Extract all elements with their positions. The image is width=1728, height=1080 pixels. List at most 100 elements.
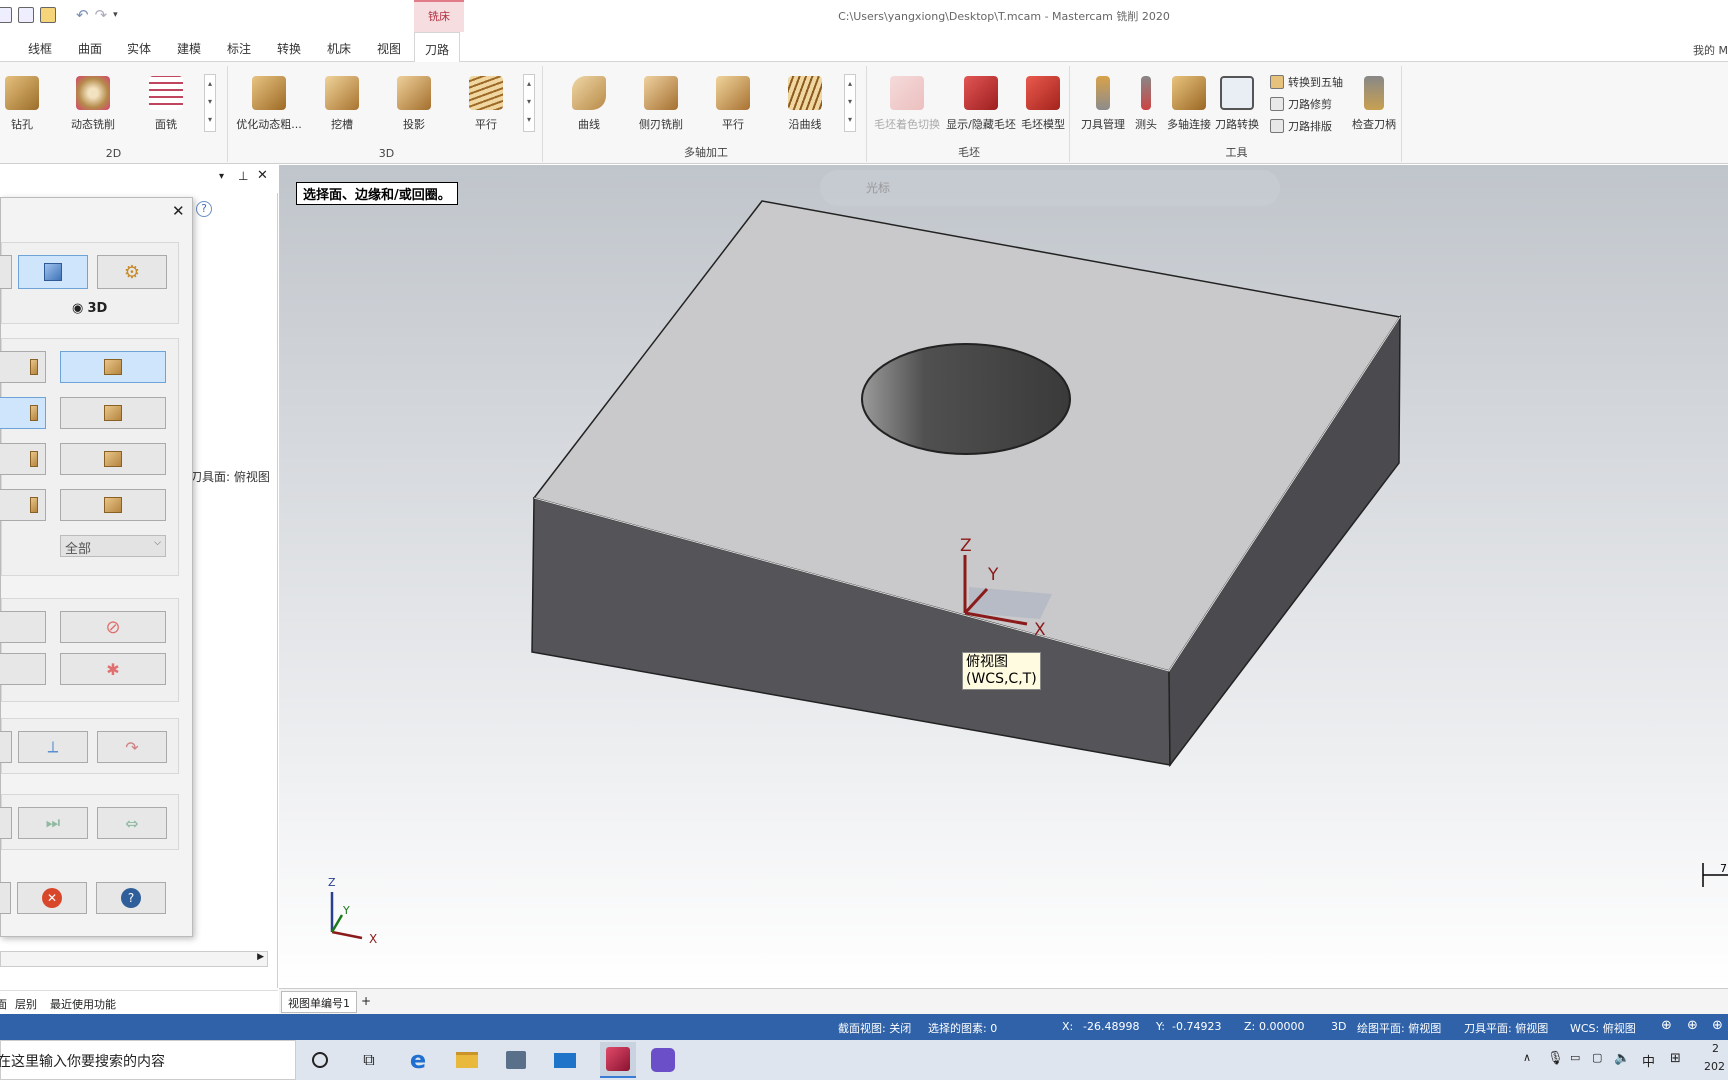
ime-indicator[interactable]: 中	[1642, 1051, 1655, 1070]
project-button[interactable]: 投影	[382, 76, 446, 132]
clear-selection-button[interactable]: ⊘	[60, 611, 166, 643]
my-mastercam-link[interactable]: 我的 M	[1693, 42, 1728, 58]
tool-manager-button[interactable]: 刀具管理	[1076, 76, 1130, 132]
pin-icon[interactable]: ⊥	[238, 169, 248, 183]
globe-icon-2[interactable]: ⊕	[1687, 1018, 1698, 1033]
select-face-button[interactable]	[60, 397, 166, 429]
graphics-viewport[interactable]: 选择面、边缘和/或回圈。 光标 Z Y X Z Y X 7 俯视图 (WCS,C…	[279, 165, 1728, 988]
volume-icon[interactable]: 🔈	[1614, 1051, 1630, 1066]
action-opt-3-button[interactable]	[0, 653, 46, 685]
swarf-button[interactable]: 侧刃铣削	[629, 76, 693, 132]
tool-plane-status[interactable]: 刀具平面: 俯视图	[1464, 1020, 1548, 1036]
dialog-close-icon[interactable]: ✕	[172, 202, 185, 220]
radio-3d[interactable]: ◉ 3D	[72, 301, 107, 316]
step-opt-1-button[interactable]	[0, 807, 12, 839]
check-holder-button[interactable]: 检查刀柄	[1348, 76, 1400, 132]
stock-model-button[interactable]: 毛坯模型	[1015, 76, 1071, 132]
stock-display-button[interactable]: 显示/隐藏毛坯	[944, 76, 1018, 132]
convert-5axis-button[interactable]: 转换到五轴	[1270, 74, 1343, 90]
nesting-button[interactable]: 刀路排版	[1270, 118, 1332, 134]
swap-button[interactable]: ⇔	[97, 807, 167, 839]
pane-close-icon[interactable]: ✕	[257, 168, 268, 183]
globe-icon-3[interactable]: ⊕	[1712, 1018, 1723, 1033]
select-opt-7-button[interactable]	[0, 489, 46, 521]
mode-solid-button[interactable]	[18, 255, 88, 289]
globe-icon[interactable]: ⊕	[1661, 1018, 1672, 1033]
mail-icon[interactable]	[551, 1046, 579, 1074]
redo-selection-button[interactable]: ↷	[97, 731, 167, 763]
clock-time[interactable]: 2	[1712, 1042, 1719, 1055]
face-mill-button[interactable]: 面铣	[134, 76, 198, 132]
gallery-scroll[interactable]: ▴ ▾ ▾	[204, 74, 216, 132]
trim-toolpath-button[interactable]: 刀路修剪	[1270, 96, 1332, 112]
tab-toolpaths[interactable]: 刀路	[414, 32, 461, 63]
help-icon[interactable]: ?	[196, 201, 212, 217]
horizontal-scrollbar[interactable]: ▶	[0, 951, 268, 967]
construction-plane-status[interactable]: 绘图平面: 俯视图	[1357, 1020, 1441, 1036]
edge-icon[interactable]: e	[404, 1046, 432, 1074]
file-explorer-icon[interactable]	[453, 1046, 481, 1074]
toolpath-transform-button[interactable]: 刀路转换	[1212, 76, 1262, 132]
gallery-scroll-multi[interactable]: ▴ ▾ ▾	[844, 74, 856, 132]
axis-opt-1-button[interactable]	[0, 731, 12, 763]
viewsheet-tab-1[interactable]: 视图单编号1	[281, 991, 357, 1013]
wcs-status[interactable]: WCS: 俯视图	[1570, 1020, 1636, 1036]
select-loop-button[interactable]	[60, 443, 166, 475]
app-taskbar-icon[interactable]	[649, 1046, 677, 1074]
settings-button[interactable]: ⚙	[97, 255, 167, 289]
tab-wireframe[interactable]: 线框	[28, 40, 52, 57]
parallel-multiaxis-button[interactable]: 平行	[701, 76, 765, 132]
filter-dropdown[interactable]: 全部 ⌵	[60, 535, 166, 557]
next-button[interactable]: ⏭	[18, 807, 88, 839]
tab-levels[interactable]: 层别	[15, 996, 37, 1012]
tab-recent-functions[interactable]: 最近使用功能	[50, 996, 116, 1012]
help-button[interactable]: ?	[96, 882, 166, 914]
tab-model-prep[interactable]: 建模	[177, 40, 201, 57]
cancel-button[interactable]: ✕	[17, 882, 87, 914]
select-opt-5-button[interactable]	[0, 443, 46, 475]
tab-planes[interactable]: 面	[0, 996, 7, 1012]
task-view-icon[interactable]: ⧉	[355, 1046, 383, 1074]
tab-machine[interactable]: 机床	[327, 40, 351, 57]
mastercam-taskbar-icon[interactable]	[600, 1042, 636, 1078]
add-viewsheet-button[interactable]: +	[361, 994, 371, 1008]
select-opt-1-button[interactable]	[0, 351, 46, 383]
mode-2d-button[interactable]	[0, 255, 12, 289]
optirough-button[interactable]: 优化动态粗...	[231, 76, 307, 132]
action-opt-1-button[interactable]	[0, 611, 46, 643]
section-view-status[interactable]: 截面视图: 关闭	[838, 1020, 911, 1036]
taskbar-search[interactable]: 在这里输入你要搜索的内容	[0, 1040, 296, 1080]
gallery-scroll-3d[interactable]: ▴ ▾ ▾	[523, 74, 535, 132]
tab-transform[interactable]: 转换	[277, 40, 301, 57]
show-hidden-icons[interactable]: ∧	[1523, 1051, 1531, 1064]
select-opt-3-button[interactable]	[0, 397, 46, 429]
ime-mode-icon[interactable]: ⊞	[1670, 1051, 1681, 1066]
tab-drafting[interactable]: 标注	[227, 40, 251, 57]
multiaxis-link-button[interactable]: 多轴连接	[1164, 76, 1214, 132]
store-icon[interactable]	[502, 1046, 530, 1074]
curve-multiaxis-button[interactable]: 曲线	[557, 76, 621, 132]
clock-date[interactable]: 202	[1704, 1060, 1725, 1073]
pocket-3d-button[interactable]: 挖槽	[310, 76, 374, 132]
tab-surfaces[interactable]: 曲面	[78, 40, 102, 57]
drill-button[interactable]: 钻孔	[0, 76, 54, 132]
tab-view[interactable]: 视图	[377, 40, 401, 57]
stock-shading-button[interactable]: 毛坯着色切换	[872, 76, 942, 132]
pane-menu-icon[interactable]: ▾	[219, 171, 224, 182]
cortana-icon[interactable]	[306, 1046, 334, 1074]
along-curve-button[interactable]: 沿曲线	[773, 76, 837, 132]
hole[interactable]	[861, 343, 1071, 455]
axis-button[interactable]: ⟂	[18, 731, 88, 763]
microphone-icon[interactable]: 🎙	[1547, 1051, 1564, 1066]
selected-entities-status[interactable]: 选择的图素: 0	[928, 1020, 997, 1036]
parallel-3d-button[interactable]: 平行	[454, 76, 518, 132]
probe-button[interactable]: 测头	[1126, 76, 1166, 132]
ok-button[interactable]	[0, 882, 11, 914]
select-body-button[interactable]	[60, 351, 166, 383]
tab-solids[interactable]: 实体	[127, 40, 151, 57]
select-feature-button[interactable]	[60, 489, 166, 521]
mode-3d-status[interactable]: 3D	[1331, 1020, 1346, 1033]
battery-icon[interactable]: ▭	[1570, 1051, 1580, 1064]
dynamic-mill-button[interactable]: 动态铣削	[61, 76, 125, 132]
unselect-button[interactable]: ✱	[60, 653, 166, 685]
